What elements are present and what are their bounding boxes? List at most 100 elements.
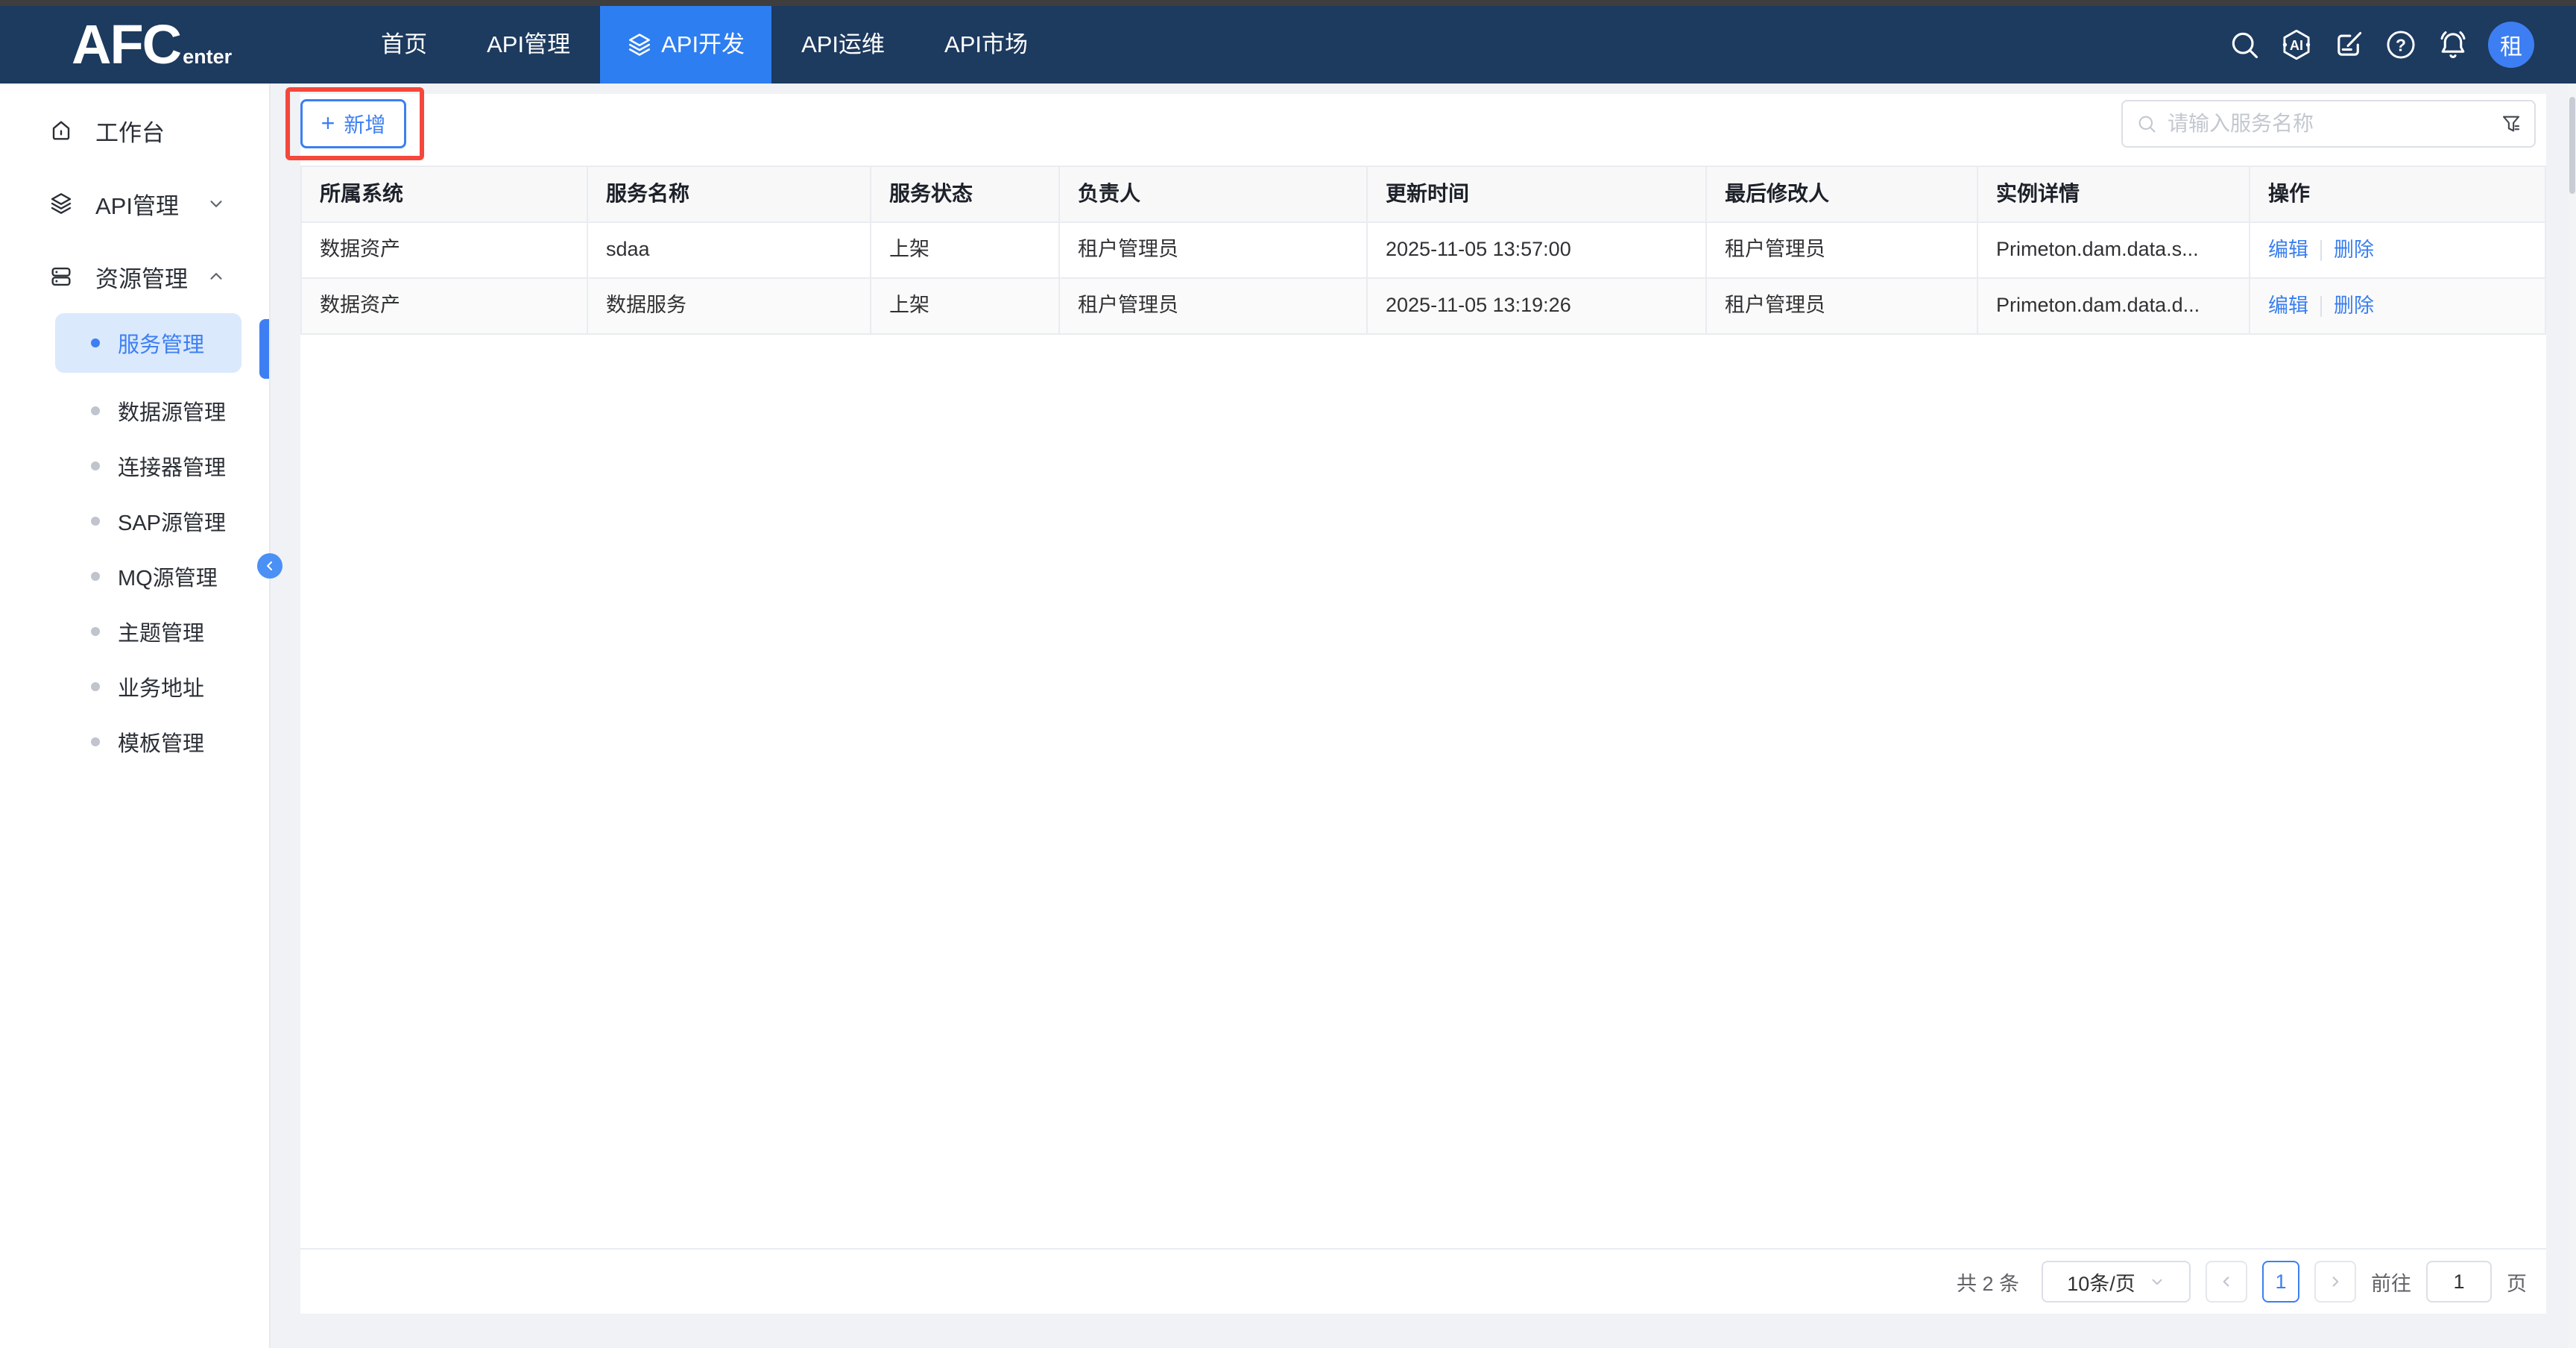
scrollbar-thumb[interactable] bbox=[2569, 97, 2575, 194]
sidebar-subitem-sap-source-management[interactable]: SAP源管理 bbox=[0, 494, 269, 549]
page-number-button[interactable]: 1 bbox=[2262, 1261, 2299, 1303]
sidebar-subitem-topic-management[interactable]: 主题管理 bbox=[0, 604, 269, 659]
page-size-select[interactable]: 10条/页 bbox=[2042, 1261, 2191, 1303]
table-row: 数据资产 数据服务 上架 租户管理员 2025-11-05 13:19:26 租… bbox=[302, 279, 2545, 335]
nav-tab-api-market[interactable]: API市场 bbox=[915, 6, 1058, 84]
add-button[interactable]: + 新增 bbox=[300, 99, 406, 148]
plus-icon: + bbox=[321, 111, 335, 135]
delete-link[interactable]: 删除 bbox=[2334, 280, 2374, 333]
active-item-indicator bbox=[259, 319, 269, 379]
goto-page-input[interactable] bbox=[2426, 1261, 2492, 1303]
sidebar-item-api-management[interactable]: API管理 bbox=[0, 167, 269, 240]
sidebar-item-workbench[interactable]: 工作台 bbox=[0, 94, 269, 167]
ai-assistant-icon[interactable]: AI bbox=[2279, 28, 2314, 62]
column-header: 服务名称 bbox=[588, 167, 871, 221]
bullet-dot bbox=[91, 627, 100, 636]
nav-tab-api-development[interactable]: API开发 bbox=[600, 6, 771, 84]
search-icon[interactable] bbox=[2227, 28, 2261, 62]
app-logo: AFC enter bbox=[72, 6, 232, 84]
sidebar-subitem-label: 模板管理 bbox=[118, 726, 204, 758]
instance-detail-link[interactable]: Primeton.dam.data.d... bbox=[1978, 279, 2250, 333]
content-panel: + 新增 所属系统 服务名称 服务状态 负责人 更新时间 最后修改人 实例详情 bbox=[300, 94, 2546, 1314]
table-header-row: 所属系统 服务名称 服务状态 负责人 更新时间 最后修改人 实例详情 操作 bbox=[302, 167, 2545, 223]
edit-link[interactable]: 编辑 bbox=[2268, 280, 2308, 333]
delete-link[interactable]: 删除 bbox=[2334, 224, 2374, 277]
page-size-value: 10条/页 bbox=[2067, 1267, 2135, 1297]
service-search-box bbox=[2121, 100, 2536, 148]
chevron-right-icon bbox=[2327, 1273, 2343, 1290]
filter-funnel-icon[interactable] bbox=[2500, 113, 2522, 135]
cell-owner: 租户管理员 bbox=[1060, 223, 1368, 277]
goto-label: 前往 bbox=[2371, 1267, 2411, 1297]
cell-system: 数据资产 bbox=[302, 279, 588, 333]
sidebar-subitem-label: 服务管理 bbox=[118, 327, 204, 359]
bullet-dot bbox=[91, 517, 100, 526]
svg-text:?: ? bbox=[2396, 35, 2406, 54]
cell-updated-time: 2025-11-05 13:57:00 bbox=[1368, 223, 1707, 277]
total-count-label: 共 2 条 bbox=[1957, 1267, 2019, 1297]
sidebar: 工作台 API管理 bbox=[0, 84, 271, 1348]
sidebar-item-label: 工作台 bbox=[95, 114, 269, 148]
sidebar-item-resource-management[interactable]: 资源管理 bbox=[0, 240, 269, 313]
chevron-down-icon bbox=[206, 194, 226, 213]
nav-tab-api-operations[interactable]: API运维 bbox=[771, 6, 915, 84]
sidebar-subitem-label: 连接器管理 bbox=[118, 450, 226, 482]
page-suffix-label: 页 bbox=[2507, 1267, 2527, 1297]
cell-system: 数据资产 bbox=[302, 223, 588, 277]
bullet-dot bbox=[91, 572, 100, 581]
cell-status: 上架 bbox=[871, 223, 1060, 277]
nav-tab-api-management[interactable]: API管理 bbox=[457, 6, 600, 84]
sidebar-collapse-button[interactable] bbox=[257, 553, 282, 579]
sidebar-subitem-connector-management[interactable]: 连接器管理 bbox=[0, 438, 269, 494]
cell-status: 上架 bbox=[871, 279, 1060, 333]
instance-detail-link[interactable]: Primeton.dam.data.s... bbox=[1978, 223, 2250, 277]
sidebar-subitem-business-address[interactable]: 业务地址 bbox=[0, 659, 269, 714]
nav-tab-home[interactable]: 首页 bbox=[351, 6, 457, 84]
cell-actions: 编辑 删除 bbox=[2250, 279, 2545, 333]
sidebar-subitem-mq-source-management[interactable]: MQ源管理 bbox=[0, 549, 269, 604]
help-icon[interactable]: ? bbox=[2384, 28, 2418, 62]
nav-tab-label: 首页 bbox=[381, 6, 427, 84]
sidebar-subitem-service-management[interactable]: 服务管理 bbox=[55, 313, 242, 373]
sidebar-subitem-label: 数据源管理 bbox=[118, 395, 226, 426]
nav-tab-label: API管理 bbox=[487, 6, 570, 84]
resources-icon bbox=[49, 265, 73, 289]
notification-bell-icon[interactable] bbox=[2436, 28, 2470, 62]
prev-page-button[interactable] bbox=[2206, 1261, 2247, 1303]
bullet-dot bbox=[91, 737, 100, 746]
column-header: 最后修改人 bbox=[1707, 167, 1978, 221]
main-nav: 首页 API管理 API开发 API运维 API市场 bbox=[351, 6, 1058, 84]
nav-tab-label: API开发 bbox=[661, 6, 745, 84]
bullet-dot bbox=[91, 462, 100, 470]
edit-link[interactable]: 编辑 bbox=[2268, 224, 2308, 277]
column-header: 更新时间 bbox=[1368, 167, 1707, 221]
sidebar-subitem-label: MQ源管理 bbox=[118, 561, 218, 592]
sidebar-subitem-datasource-management[interactable]: 数据源管理 bbox=[0, 383, 269, 438]
next-page-button[interactable] bbox=[2314, 1261, 2356, 1303]
chevron-down-icon bbox=[2149, 1273, 2165, 1290]
layers-icon bbox=[49, 192, 73, 215]
action-divider bbox=[2320, 240, 2322, 261]
sidebar-item-label: API管理 bbox=[95, 187, 206, 221]
logo-sub-text: enter bbox=[183, 45, 232, 69]
sidebar-item-label: 资源管理 bbox=[95, 260, 206, 294]
user-avatar[interactable]: 租 bbox=[2488, 22, 2534, 68]
nav-tab-label: API市场 bbox=[944, 6, 1028, 84]
chevron-up-icon bbox=[206, 267, 226, 286]
avatar-text: 租 bbox=[2500, 28, 2522, 61]
column-header: 服务状态 bbox=[871, 167, 1060, 221]
sidebar-subitem-template-management[interactable]: 模板管理 bbox=[0, 714, 269, 769]
column-header: 负责人 bbox=[1060, 167, 1368, 221]
sidebar-subitem-label: 业务地址 bbox=[118, 671, 204, 702]
column-header: 实例详情 bbox=[1978, 167, 2250, 221]
nav-tab-label: API运维 bbox=[801, 6, 885, 84]
sidebar-subitem-label: 主题管理 bbox=[118, 616, 204, 647]
home-icon bbox=[49, 119, 73, 142]
layers-icon bbox=[627, 32, 652, 57]
add-button-label: 新增 bbox=[344, 109, 385, 139]
page-number: 1 bbox=[2275, 1270, 2286, 1294]
compose-icon[interactable] bbox=[2332, 28, 2366, 62]
chevron-left-icon bbox=[2218, 1273, 2235, 1290]
service-search-input[interactable] bbox=[2168, 102, 2500, 145]
page-scrollbar[interactable] bbox=[2569, 84, 2576, 1348]
